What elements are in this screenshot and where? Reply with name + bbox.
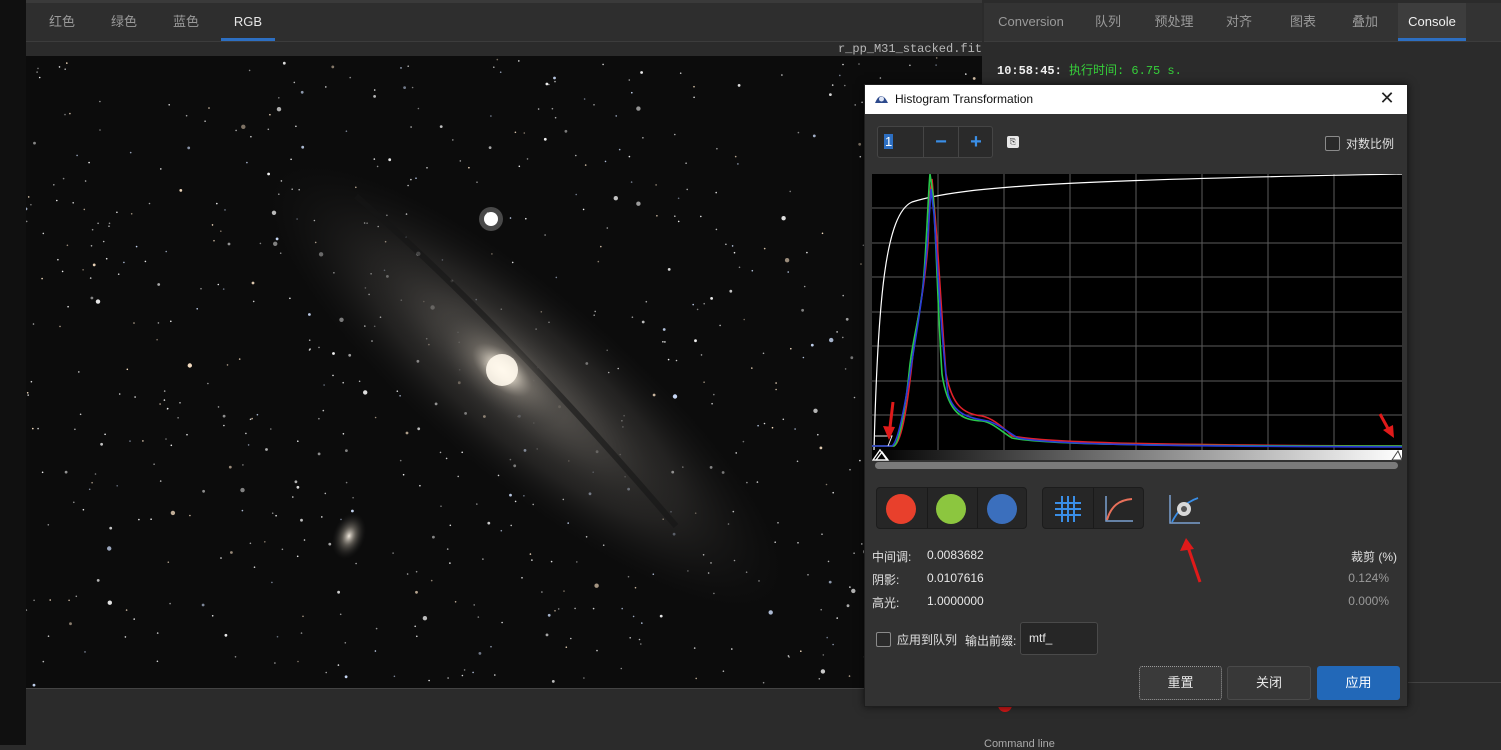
green-channel-button[interactable] <box>936 494 966 524</box>
tab-stacking[interactable]: 叠加 <box>1344 3 1386 41</box>
midtones-value: 0.0083682 <box>927 548 984 562</box>
curve-icon[interactable] <box>1103 494 1135 524</box>
close-icon[interactable]: ✕ <box>1377 88 1397 109</box>
tab-sequence[interactable]: 队列 <box>1088 3 1128 41</box>
clipboard-icon[interactable]: ⎘ <box>1007 136 1019 148</box>
image-canvas[interactable] <box>26 56 982 688</box>
tab-blue[interactable]: 蓝色 <box>164 3 208 41</box>
divider <box>1093 488 1094 528</box>
tab-conversion[interactable]: Conversion <box>996 3 1066 41</box>
tab-red[interactable]: 红色 <box>40 3 84 41</box>
apply-button[interactable]: 应用 <box>1317 666 1400 700</box>
highlights-handle-icon[interactable] <box>1391 449 1402 461</box>
app-logo-icon <box>875 96 888 103</box>
red-channel-button[interactable] <box>886 494 916 524</box>
reset-button[interactable]: 重置 <box>1139 666 1222 700</box>
red-arrow-icon <box>1180 538 1202 583</box>
command-line-label: Command line <box>984 738 1055 750</box>
highlights-clip-value: 0.000% <box>1348 594 1389 608</box>
blue-channel-curve <box>872 188 1403 448</box>
channel-tabs: 红色 绿色 蓝色 RGB <box>26 0 982 42</box>
divider <box>977 488 978 528</box>
highlights-label: 高光: <box>872 596 900 610</box>
shadows-clip-value: 0.124% <box>1348 571 1389 585</box>
channel-buttons <box>876 487 1027 529</box>
checkbox-box[interactable] <box>876 632 891 647</box>
spin-value[interactable]: 1 <box>884 134 894 149</box>
decrement-button[interactable]: − <box>923 127 958 157</box>
apply-to-sequence-label: 应用到队列 <box>897 633 958 647</box>
display-buttons <box>1042 487 1144 529</box>
tab-plot[interactable]: 图表 <box>1282 3 1324 41</box>
galaxy-image <box>26 56 982 688</box>
shadows-label: 阴影: <box>872 573 900 587</box>
red-arrow-icon <box>1378 413 1394 438</box>
auto-stretch-icon[interactable] <box>1166 492 1202 526</box>
left-dock-strip <box>0 0 26 745</box>
layer-spinbox[interactable]: 1 − + <box>877 126 993 158</box>
image-filename: r_pp_M31_stacked.fit <box>837 42 982 56</box>
tab-preprocessing[interactable]: 预处理 <box>1150 3 1198 41</box>
console-timestamp: 10:58:45: <box>997 64 1062 78</box>
histogram-svg <box>870 173 1403 461</box>
highlights-value: 1.0000000 <box>927 594 984 608</box>
console-line: 10:58:45: 执行时间: 6.75 s. <box>997 61 1182 78</box>
close-button[interactable]: 关闭 <box>1227 666 1311 700</box>
log-scale-checkbox[interactable]: 对数比例 <box>1325 135 1394 152</box>
histogram-scrollbar[interactable] <box>875 462 1398 469</box>
shadows-value: 0.0107616 <box>927 571 984 585</box>
divider <box>927 488 928 528</box>
tab-green[interactable]: 绿色 <box>102 3 146 41</box>
midtones-label: 中间调: <box>872 550 912 564</box>
prefix-input[interactable]: mtf_ <box>1020 622 1098 655</box>
log-scale-label: 对数比例 <box>1346 137 1395 151</box>
checkbox-box[interactable] <box>1325 136 1340 151</box>
histogram-dialog: Histogram Transformation ✕ 1 − + ⎘ 对数比例 <box>864 84 1408 707</box>
tab-registration[interactable]: 对齐 <box>1218 3 1260 41</box>
histogram-plot[interactable] <box>870 173 1403 461</box>
tab-console[interactable]: Console <box>1398 3 1466 41</box>
console-message: 执行时间: 6.75 s. <box>1069 64 1182 78</box>
grid-icon[interactable] <box>1053 494 1083 524</box>
dialog-titlebar[interactable]: Histogram Transformation ✕ <box>865 85 1407 114</box>
histogram-grid <box>872 174 1402 450</box>
dialog-title: Histogram Transformation <box>895 92 1034 106</box>
tab-rgb[interactable]: RGB <box>221 3 275 41</box>
increment-button[interactable]: + <box>958 127 993 157</box>
green-channel-curve <box>872 173 1403 447</box>
right-panel-tabs: Conversion 队列 预处理 对齐 图表 叠加 Console <box>984 3 1501 42</box>
prefix-label: 输出前缀: <box>965 634 1017 648</box>
blue-channel-button[interactable] <box>987 494 1017 524</box>
clipping-header: 裁剪 (%) <box>1351 550 1397 564</box>
red-arrow-icon <box>883 401 895 440</box>
slider-handles <box>872 448 1402 461</box>
apply-to-sequence-checkbox[interactable]: 应用到队列 <box>876 631 957 648</box>
viewer-footer <box>26 688 982 745</box>
